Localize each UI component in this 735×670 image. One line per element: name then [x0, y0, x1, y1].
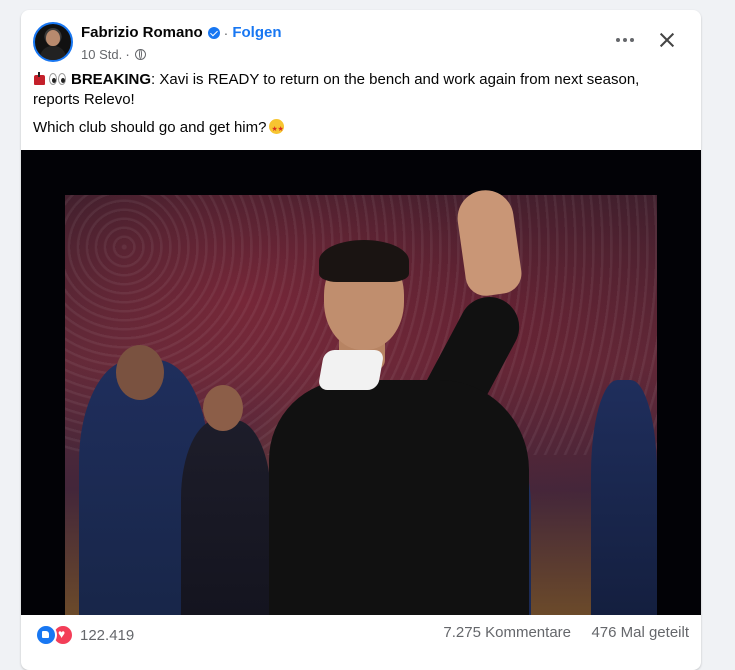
avatar-face [46, 30, 60, 46]
verified-badge-icon [207, 26, 220, 39]
globe-icon[interactable] [134, 48, 146, 60]
post-header: Fabrizio Romano · Folgen 10 Std. · [33, 22, 689, 62]
eyes-emoji-icon [48, 73, 68, 85]
author-avatar[interactable] [33, 22, 73, 62]
author-row: Fabrizio Romano · Folgen [81, 24, 282, 41]
breaking-label: BREAKING [71, 71, 152, 88]
reactions-summary[interactable]: 122.419 [35, 624, 134, 646]
author-name[interactable]: Fabrizio Romano [81, 24, 203, 41]
more-dot-icon [623, 38, 627, 42]
engagement-bar: 122.419 7.275 Kommentare 476 Mal geteilt [33, 624, 689, 646]
shares-count-link[interactable]: 476 Mal geteilt [591, 624, 689, 641]
post-text-line-1: BREAKING: Xavi is READY to return on the… [33, 70, 685, 110]
background-player [591, 380, 657, 615]
more-dot-icon [616, 38, 620, 42]
post-card: Fabrizio Romano · Folgen 10 Std. · BREAK… [21, 10, 701, 670]
separator-dot: · [223, 24, 229, 41]
comments-count-link[interactable]: 7.275 Kommentare [443, 624, 571, 641]
coach-collar [317, 350, 385, 390]
coach-body [269, 380, 529, 615]
background-person-head [203, 385, 243, 431]
avatar-body [40, 46, 66, 60]
post-text: BREAKING: Xavi is READY to return on the… [33, 70, 685, 146]
post-text-line-2: Which club should go and get him? [33, 118, 685, 140]
post-question: Which club should go and get him? [33, 119, 267, 136]
more-options-button[interactable] [613, 30, 637, 50]
more-dot-icon [630, 38, 634, 42]
star-struck-emoji-icon [269, 119, 285, 140]
follow-button[interactable]: Folgen [232, 24, 281, 41]
reaction-count[interactable]: 122.419 [80, 627, 134, 644]
post-timestamp[interactable]: 10 Std. [81, 47, 122, 62]
fez-emoji-icon [33, 72, 46, 85]
like-reaction-icon [35, 624, 57, 646]
post-meta: 10 Std. · [81, 46, 146, 62]
coach-hair [319, 240, 409, 282]
post-photo[interactable] [21, 150, 701, 615]
background-person [181, 420, 271, 615]
background-player-head [116, 345, 164, 400]
close-icon[interactable] [655, 28, 679, 52]
meta-separator: · [125, 46, 130, 62]
